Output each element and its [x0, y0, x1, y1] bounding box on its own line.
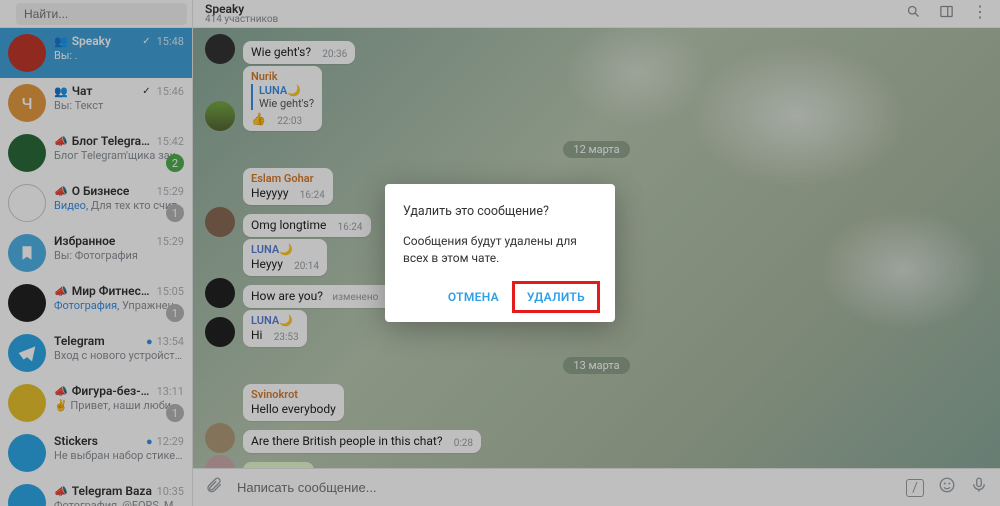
modal-overlay[interactable]: Удалить это сообщение? Сообщения будут у… [0, 0, 1000, 506]
delete-button[interactable]: УДАЛИТЬ [515, 284, 597, 310]
dialog-question: Удалить это сообщение? [403, 204, 597, 219]
dialog-info: Сообщения будут удалены для всех в этом … [403, 233, 597, 265]
cancel-button[interactable]: ОТМЕНА [436, 284, 511, 310]
delete-dialog: Удалить это сообщение? Сообщения будут у… [385, 184, 615, 321]
